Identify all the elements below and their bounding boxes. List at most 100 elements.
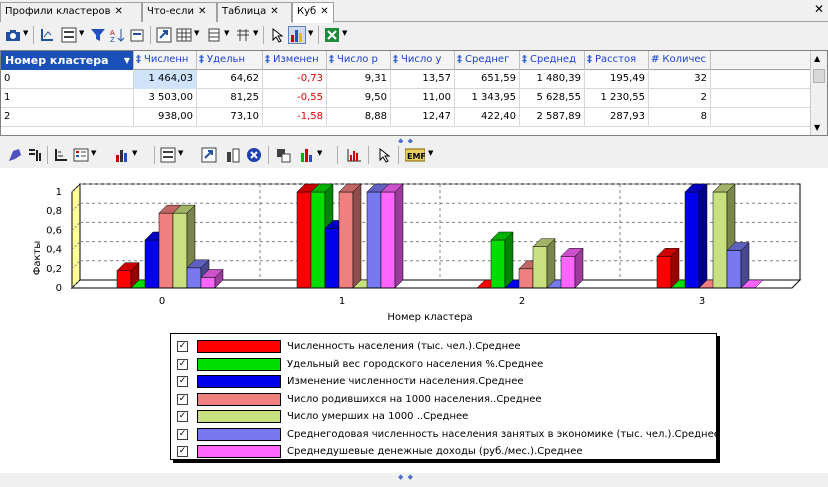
chart-icon[interactable] <box>288 26 306 44</box>
legend-checkbox[interactable]: ✓ <box>177 341 188 352</box>
emf-export-icon[interactable]: EMF <box>404 146 426 164</box>
export-icon[interactable] <box>200 146 218 164</box>
table-cell[interactable]: 3 503,00 <box>134 89 197 108</box>
legend-checkbox[interactable]: ✓ <box>177 428 188 440</box>
column-header[interactable]: ‡ Среднег <box>455 51 520 70</box>
paint-icon[interactable] <box>6 146 24 164</box>
table-cell[interactable]: 8 <box>649 108 711 127</box>
legend-checkbox[interactable]: ✓ <box>177 446 188 457</box>
table-cell[interactable]: 422,40 <box>455 108 520 127</box>
column-header[interactable]: ‡ Расстоя <box>585 51 649 70</box>
sort-arrow-icon[interactable]: ▼ <box>124 56 130 65</box>
export-icon[interactable] <box>155 26 173 44</box>
column-header[interactable]: # Количес <box>649 51 711 70</box>
legend-checkbox[interactable]: ✓ <box>177 376 188 387</box>
table-cell[interactable]: 8,88 <box>327 108 391 127</box>
vertical-scrollbar[interactable]: ▲ ▼ <box>810 51 827 135</box>
table-cell[interactable]: 11,00 <box>391 89 455 108</box>
chart-type-icon[interactable] <box>113 146 131 164</box>
table-cell[interactable]: -1,58 <box>263 108 327 127</box>
list-icon[interactable] <box>159 146 177 164</box>
table-cell[interactable]: 73,10 <box>197 108 263 127</box>
table-row[interactable]: 0 1 464,03 64,62 -0,73 9,31 13,57 651,59… <box>1 70 811 89</box>
close-circle-icon[interactable] <box>245 146 263 164</box>
camera-icon[interactable] <box>4 26 22 44</box>
rows-icon[interactable] <box>205 26 223 44</box>
bar-layout-icon[interactable] <box>224 146 242 164</box>
axes-icon[interactable] <box>38 26 56 44</box>
column-header[interactable]: ‡ Число у <box>391 51 455 70</box>
histogram-icon[interactable] <box>345 146 363 164</box>
table-row[interactable]: 2 938,00 73,10 -1,58 8,88 12,47 422,40 2… <box>1 108 811 127</box>
table-cell[interactable]: 2 <box>649 89 711 108</box>
column-header-cluster-number[interactable]: Номер кластера ▼ <box>1 51 134 70</box>
table-cell[interactable]: 2 <box>1 108 134 127</box>
legend-item[interactable]: ✓ Изменение численности населения.Среднее <box>175 373 713 389</box>
axis-icon[interactable] <box>52 146 70 164</box>
table-cell[interactable]: 12,47 <box>391 108 455 127</box>
scroll-thumb[interactable] <box>813 69 825 83</box>
legend-item[interactable]: ✓ Число родившихся на 1000 населения..Сре… <box>175 391 713 407</box>
table-cell[interactable]: -0,55 <box>263 89 327 108</box>
column-header[interactable]: ‡ Численн <box>134 51 197 70</box>
close-icon[interactable]: ✕ <box>198 6 206 17</box>
series-icon[interactable] <box>275 146 293 164</box>
legend-icon[interactable] <box>72 146 90 164</box>
chevron-down-icon[interactable]: ▼ <box>428 149 435 159</box>
chevron-down-icon[interactable]: ▼ <box>224 29 231 39</box>
table-cell[interactable]: 938,00 <box>134 108 197 127</box>
legend-item[interactable]: ✓ Удельный вес городского населения %.Сре… <box>175 356 713 372</box>
close-icon[interactable]: ✕ <box>270 6 278 17</box>
splitter[interactable]: ◆ ◆ <box>0 473 828 481</box>
sort-az-icon[interactable]: AZ <box>108 26 126 44</box>
columns-icon[interactable] <box>234 26 252 44</box>
legend-checkbox[interactable]: ✓ <box>177 358 188 370</box>
close-icon[interactable]: ✕ <box>115 6 123 17</box>
chevron-down-icon[interactable]: ▼ <box>178 149 185 159</box>
tab-what-if[interactable]: Что-если ✕ <box>142 2 217 22</box>
column-header[interactable]: ‡ Среднед <box>520 51 585 70</box>
table-cell[interactable]: 1 480,39 <box>520 70 585 89</box>
table-cell[interactable]: 9,50 <box>327 89 391 108</box>
table-cell[interactable]: 81,25 <box>197 89 263 108</box>
tab-cube[interactable]: Куб ✕ <box>292 2 334 23</box>
table-cell[interactable]: 1 464,03 <box>134 70 197 89</box>
table-cell[interactable]: 2 587,89 <box>520 108 585 127</box>
tab-table[interactable]: Таблица ✕ <box>217 2 292 22</box>
legend-checkbox[interactable]: ✓ <box>177 393 188 405</box>
legend-item[interactable]: ✓ Среднедушевые денежные доходы (руб./мес… <box>175 443 713 459</box>
chevron-down-icon[interactable]: ▼ <box>79 29 86 39</box>
tab-cluster-profiles[interactable]: Профили кластеров ✕ <box>0 2 142 22</box>
chevron-down-icon[interactable]: ▼ <box>253 29 260 39</box>
scroll-up-icon[interactable]: ▲ <box>814 54 820 63</box>
table-cell[interactable]: 64,62 <box>197 70 263 89</box>
chevron-down-icon[interactable]: ▼ <box>132 149 139 159</box>
table-cell[interactable]: 287,93 <box>585 108 649 127</box>
close-all-icon[interactable]: ✕ <box>814 2 824 16</box>
table-cell[interactable]: 651,59 <box>455 70 520 89</box>
table-cell[interactable]: 9,31 <box>327 70 391 89</box>
close-icon[interactable]: ✕ <box>320 6 328 17</box>
column-header[interactable]: ‡ Изменен <box>263 51 327 70</box>
properties-icon[interactable] <box>128 26 146 44</box>
column-header[interactable]: ‡ Число р <box>327 51 391 70</box>
excel-icon[interactable] <box>323 26 341 44</box>
table-cell[interactable]: 0 <box>1 70 134 89</box>
list-icon[interactable] <box>60 26 78 44</box>
multi-bar-icon[interactable] <box>298 146 316 164</box>
pivot-icon[interactable] <box>26 146 44 164</box>
chevron-down-icon[interactable]: ▼ <box>194 29 201 39</box>
pointer-icon[interactable] <box>375 146 393 164</box>
filter-icon[interactable] <box>89 26 107 44</box>
table-cell[interactable]: 1 <box>1 89 134 108</box>
table-cell[interactable]: 195,49 <box>585 70 649 89</box>
pointer-icon[interactable] <box>268 26 286 44</box>
table-cell[interactable]: -0,73 <box>263 70 327 89</box>
chevron-down-icon[interactable]: ▼ <box>308 29 315 39</box>
chevron-down-icon[interactable]: ▼ <box>317 149 324 159</box>
table-cell[interactable]: 13,57 <box>391 70 455 89</box>
table-cell[interactable]: 1 343,95 <box>455 89 520 108</box>
chevron-down-icon[interactable]: ▼ <box>342 29 349 39</box>
scroll-down-icon[interactable]: ▼ <box>814 123 820 132</box>
column-header[interactable]: ‡ Удельн <box>197 51 263 70</box>
